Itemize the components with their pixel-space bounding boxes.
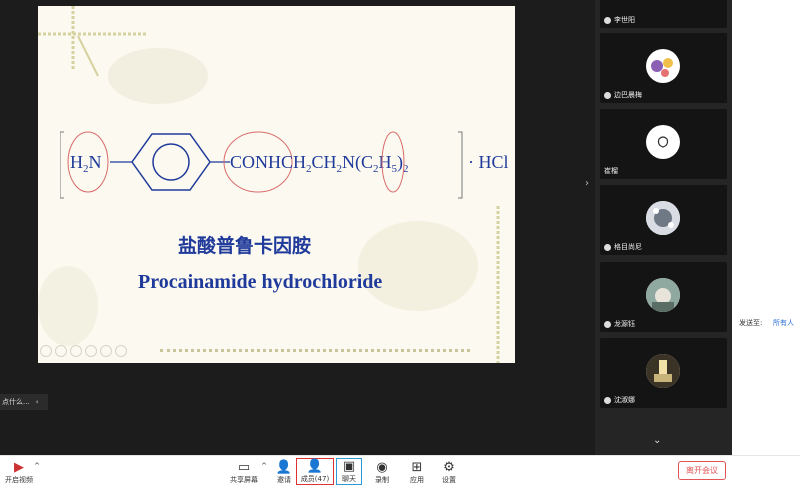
camera-label: 开启视频 (5, 476, 33, 484)
next-slide-icon[interactable] (55, 345, 67, 357)
record-label: 录制 (375, 476, 389, 484)
grid-icon: ⊞ (411, 460, 423, 475)
invite-button[interactable]: 👤 邀请 (272, 458, 296, 485)
mic-icon (604, 243, 611, 251)
members-label: 成员(47) (300, 475, 330, 483)
main-video-area: H2N CONHCH2CH2N(C2H5)2 · HCl 盐酸普鲁卡因胺 Pro… (0, 0, 595, 455)
svg-text:H2N: H2N (70, 152, 102, 175)
avatar (646, 49, 680, 83)
mic-icon (604, 16, 611, 24)
chat-hint-bar[interactable]: 点什么... ‹ (0, 394, 48, 410)
shared-slide: H2N CONHCH2CH2N(C2H5)2 · HCl 盐酸普鲁卡因胺 Pro… (38, 6, 515, 363)
avatar (646, 125, 680, 159)
participant-tile[interactable]: 龙源钰 (600, 262, 727, 332)
settings-button[interactable]: ⚙ 设置 (437, 458, 461, 485)
chat-hint-text: 点什么... (2, 398, 30, 406)
leave-meeting-button[interactable]: 离开会议 (678, 461, 726, 480)
more-icon[interactable] (115, 345, 127, 357)
participant-tile[interactable]: 沈淑娜 (600, 338, 727, 408)
mic-icon (604, 320, 611, 328)
send-to-label: 发送至: (739, 319, 763, 327)
chevron-up-icon[interactable]: ^ (32, 462, 42, 472)
avatar (646, 354, 680, 388)
record-icon: ◉ (376, 460, 388, 475)
pages-icon[interactable] (85, 345, 97, 357)
camera-button[interactable]: ▶︎ 开启视频 (4, 458, 34, 485)
share-label: 共享屏幕 (230, 476, 258, 484)
apps-label: 应用 (410, 476, 424, 484)
camera-off-icon: ▶︎ (14, 460, 24, 475)
participant-name: 崔榴 (604, 167, 618, 175)
settings-label: 设置 (442, 476, 456, 484)
meeting-toolbar: ▶︎ 开启视频 ^ ▭ 共享屏幕 ^ 👤 邀请 👤 成员(47) ▣ 聊天 ◉ … (0, 455, 800, 485)
participant-list: 李世阳 边巴晨梅 崔榴 格目尚尼 龙源钰 沈淑娜 ⌄ (595, 0, 732, 455)
participant-name: 沈淑娜 (614, 396, 635, 404)
chat-button[interactable]: ▣ 聊天 (336, 458, 362, 485)
monitor-icon: ▭ (237, 460, 251, 475)
participant-name: 边巴晨梅 (614, 91, 642, 99)
record-button[interactable]: ◉ 录制 (370, 458, 394, 485)
chat-label: 聊天 (342, 475, 356, 483)
send-to-select[interactable]: 所有人 (773, 318, 794, 328)
svg-text:· HCl: · HCl (468, 152, 509, 172)
chevron-right-icon[interactable]: › (585, 178, 589, 189)
invite-label: 邀请 (277, 476, 291, 484)
mic-icon (604, 91, 611, 99)
participant-name: 格目尚尼 (614, 243, 642, 251)
participant-tile[interactable]: 崔榴 (600, 109, 727, 179)
apps-button[interactable]: ⊞ 应用 (405, 458, 429, 485)
members-button[interactable]: 👤 成员(47) (296, 458, 334, 485)
zoom-icon[interactable] (100, 345, 112, 357)
mic-icon (604, 396, 611, 404)
prev-slide-icon[interactable] (40, 345, 52, 357)
vine-decoration-bottom (160, 346, 470, 352)
chemical-structure: H2N CONHCH2CH2N(C2H5)2 · HCl (60, 131, 509, 199)
share-screen-button[interactable]: ▭ 共享屏幕 (228, 458, 260, 485)
participant-name: 李世阳 (614, 16, 635, 24)
participant-name: 龙源钰 (614, 320, 635, 328)
gear-icon: ⚙ (443, 460, 455, 475)
chat-icon: ▣ (342, 459, 356, 474)
chat-panel (732, 0, 800, 455)
participant-tile[interactable]: 格目尚尼 (600, 185, 727, 255)
slide-title-english: Procainamide hydrochloride (138, 271, 383, 293)
avatar (646, 278, 680, 312)
chevron-up-icon[interactable]: ^ (259, 462, 269, 472)
pen-icon[interactable] (70, 345, 82, 357)
participant-tile[interactable]: 李世阳 (600, 0, 727, 28)
avatar (646, 201, 680, 235)
chevron-down-icon[interactable]: ⌄ (653, 435, 661, 446)
add-user-icon: 👤 (275, 460, 293, 475)
slide-title-chinese: 盐酸普鲁卡因胺 (178, 235, 312, 257)
participant-tile[interactable]: 边巴晨梅 (600, 33, 727, 103)
slide-nav-controls (40, 345, 127, 357)
users-icon: 👤 (306, 459, 324, 474)
chevron-left-icon[interactable]: ‹ (36, 398, 39, 406)
